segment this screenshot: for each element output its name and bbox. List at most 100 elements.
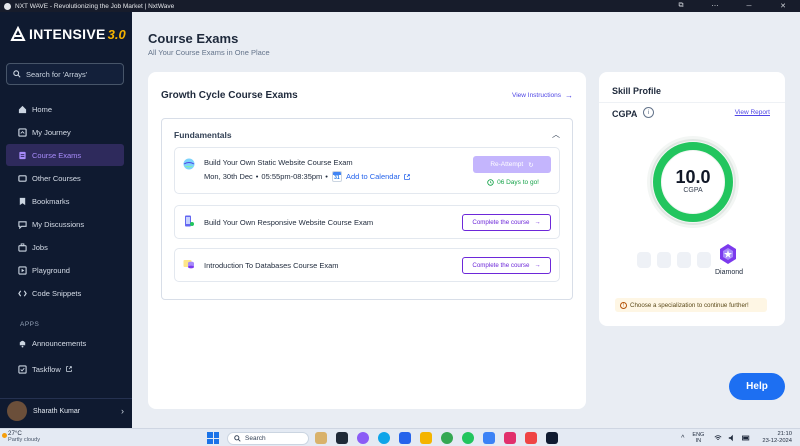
edge-icon[interactable] — [378, 432, 390, 444]
weather-condition: Partly cloudy — [8, 437, 41, 443]
jobs-icon — [18, 242, 27, 252]
speaker-icon[interactable] — [728, 434, 736, 442]
discussion-icon — [18, 220, 27, 229]
sidebar-item-label: My Discussions — [32, 219, 85, 229]
search-icon — [13, 70, 21, 78]
page-title: Course Exams — [148, 31, 239, 46]
view-instructions-link[interactable]: View Instructions → — [512, 91, 573, 100]
refresh-icon: ↻ — [528, 161, 534, 169]
divider — [599, 102, 785, 103]
file-explorer-icon[interactable] — [420, 432, 432, 444]
badge-name: Diamond — [714, 269, 743, 276]
nxtwave-app-icon[interactable] — [546, 432, 558, 444]
add-to-calendar-link[interactable]: Add to Calendar — [346, 172, 400, 181]
system-tray: ^ ENG IN 21:10 23-12-2024 — [681, 430, 792, 446]
logo-mark-icon — [10, 26, 26, 41]
exam-time: 05:55pm-08:35pm — [261, 172, 323, 181]
logo[interactable]: INTENSIVE 3.0 — [10, 26, 126, 42]
complete-the-course-button[interactable]: Complete the course → — [462, 214, 551, 231]
instagram-icon[interactable] — [504, 432, 516, 444]
task-view-icon[interactable] — [336, 432, 348, 444]
sidebar-item-announcements[interactable]: Announcements — [6, 332, 124, 354]
wifi-icon[interactable] — [714, 434, 722, 442]
exam-icon — [19, 151, 26, 159]
window-title: NXT WAVE - Revolutionizing the Job Marke… — [15, 2, 175, 10]
journey-icon — [18, 127, 27, 137]
taskbar-search[interactable]: Search — [227, 431, 309, 445]
app-icon[interactable] — [483, 432, 495, 444]
weather-widget[interactable]: 27°C Partly cloudy — [8, 430, 40, 444]
share-icon[interactable]: ⧉ — [664, 2, 698, 10]
exam-name: Build Your Own Static Website Course Exa… — [204, 158, 353, 167]
sidebar-item-playground[interactable]: Playground — [6, 259, 124, 281]
sidebar-item-label: Announcements — [32, 338, 87, 348]
sidebar-item-other-courses[interactable]: Other Courses — [6, 167, 124, 189]
taskbar-search-label: Search — [245, 434, 266, 442]
badge-slots — [637, 252, 717, 268]
complete-the-course-button[interactable]: Complete the course → — [462, 257, 551, 274]
system-clock[interactable]: 21:10 23-12-2024 — [762, 431, 792, 445]
chrome-icon[interactable] — [441, 432, 453, 444]
exam-name: Introduction To Databases Course Exam — [204, 261, 339, 270]
re-attempt-button[interactable]: Re-Attempt ↻ — [473, 156, 551, 173]
warning-icon: ! — [620, 301, 627, 309]
skill-profile-title: Skill Profile — [612, 86, 662, 96]
exam-name: Build Your Own Responsive Website Course… — [204, 218, 374, 227]
copilot-icon[interactable] — [357, 432, 369, 444]
separator-dot: • — [255, 172, 259, 181]
user-profile-button[interactable]: Sharath Kumar › — [6, 396, 130, 426]
exam-row: Introduction To Databases Course Exam Co… — [174, 248, 560, 282]
more-icon[interactable]: ⋯ — [698, 2, 732, 10]
arrow-right-icon: → — [534, 219, 541, 226]
sidebar-item-home[interactable]: Home — [6, 98, 124, 120]
sidebar-item-jobs[interactable]: Jobs — [6, 236, 124, 258]
widgets-app-icon[interactable] — [315, 432, 327, 444]
badge-slot — [657, 252, 671, 268]
logo-text: INTENSIVE — [29, 26, 106, 42]
chevron-up-icon[interactable]: ^ — [681, 435, 684, 442]
region-code: IN — [695, 438, 702, 444]
search-input[interactable]: Search for 'Arrays' — [6, 63, 124, 85]
sidebar-item-label: Jobs — [32, 242, 48, 252]
whatsapp-icon[interactable] — [462, 432, 474, 444]
exam-schedule: Mon, 30th Dec • 05:55pm-08:35pm • 31 Add… — [204, 171, 411, 182]
window-controls: ⧉ ⋯ ─ ✕ — [664, 0, 800, 12]
sidebar-item-label: Code Snippets — [32, 288, 82, 298]
close-icon[interactable]: ✕ — [766, 2, 800, 10]
badge-slot — [637, 252, 651, 268]
apps-section-label: APPS — [20, 321, 40, 328]
language-indicator[interactable]: ENG IN — [692, 432, 704, 444]
card-title: Growth Cycle Course Exams — [161, 90, 298, 101]
sidebar-item-my-discussions[interactable]: My Discussions — [6, 213, 124, 235]
logo-version: 3.0 — [107, 26, 126, 42]
taskbar-apps: Search — [207, 431, 567, 445]
view-report-link[interactable]: View Report — [735, 109, 770, 116]
windows-start-icon[interactable] — [207, 432, 219, 444]
sidebar-item-course-exams[interactable]: Course Exams — [6, 144, 124, 166]
course-exams-card: Growth Cycle Course Exams View Instructi… — [148, 72, 586, 409]
minimize-icon[interactable]: ─ — [732, 3, 766, 10]
chevron-up-icon[interactable]: ︿ — [552, 129, 560, 140]
arrow-right-icon: → — [534, 262, 541, 269]
sidebar-item-label: Home — [32, 104, 53, 114]
battery-icon[interactable] — [742, 434, 750, 442]
sidebar-item-bookmarks[interactable]: Bookmarks — [6, 190, 124, 212]
store-icon[interactable] — [399, 432, 411, 444]
user-name: Sharath Kumar — [33, 407, 81, 415]
section-title: Fundamentals — [174, 130, 232, 140]
diamond-badge-icon — [720, 244, 736, 264]
gauge-label: CGPA — [683, 187, 703, 194]
playground-icon — [18, 265, 27, 275]
help-button[interactable]: Help — [729, 373, 785, 400]
sidebar-item-my-journey[interactable]: My Journey — [6, 121, 124, 143]
apps-nav: Announcements Taskflow — [6, 332, 124, 381]
arrow-right-icon: → — [565, 91, 573, 100]
youtube-icon[interactable] — [525, 432, 537, 444]
info-icon[interactable]: i — [643, 107, 654, 118]
globe-icon — [183, 158, 195, 170]
sidebar-item-label: My Journey — [32, 127, 71, 137]
sidebar-item-code-snippets[interactable]: Code Snippets — [6, 282, 124, 304]
view-instructions-label: View Instructions — [511, 92, 561, 99]
days-left-text: 06 Days to go! — [497, 179, 539, 186]
sidebar-item-taskflow[interactable]: Taskflow — [6, 358, 124, 380]
